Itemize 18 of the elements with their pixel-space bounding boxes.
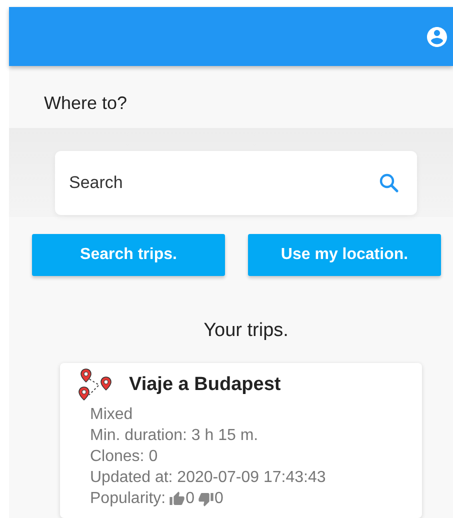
account-icon[interactable] [425, 24, 449, 48]
prompt-text: Where to? [44, 93, 128, 114]
thumbs-down-icon [198, 490, 214, 506]
thumbs-up-icon [168, 490, 185, 506]
action-button[interactable]: Use my location. [248, 234, 441, 276]
action-button[interactable]: Search trips. [32, 234, 225, 276]
search-icon[interactable] [377, 171, 401, 195]
likes-count: 0 [186, 489, 194, 509]
trip-card[interactable]: Viaje a Budapest Mixed Min. duration: 3 h 15 m. Clones: 0 Updated at: 2020-07-09 17:43:43 Popularity: 0 0 [60, 363, 422, 518]
popularity-label: Popularity: [90, 489, 166, 509]
trip-detail: Mixed [90, 405, 134, 425]
section-title: Your trips. [204, 320, 288, 342]
trip-detail: Clones: 0 [90, 447, 159, 467]
trip-detail: Updated at: 2020-07-09 17:43:43 [90, 468, 327, 488]
trip-detail: Min. duration: 3 h 15 m. [90, 426, 260, 446]
search-field[interactable]: Search [55, 151, 417, 215]
trip-title: Viaje a Budapest [129, 374, 281, 396]
dislikes-count: 0 [214, 489, 224, 509]
